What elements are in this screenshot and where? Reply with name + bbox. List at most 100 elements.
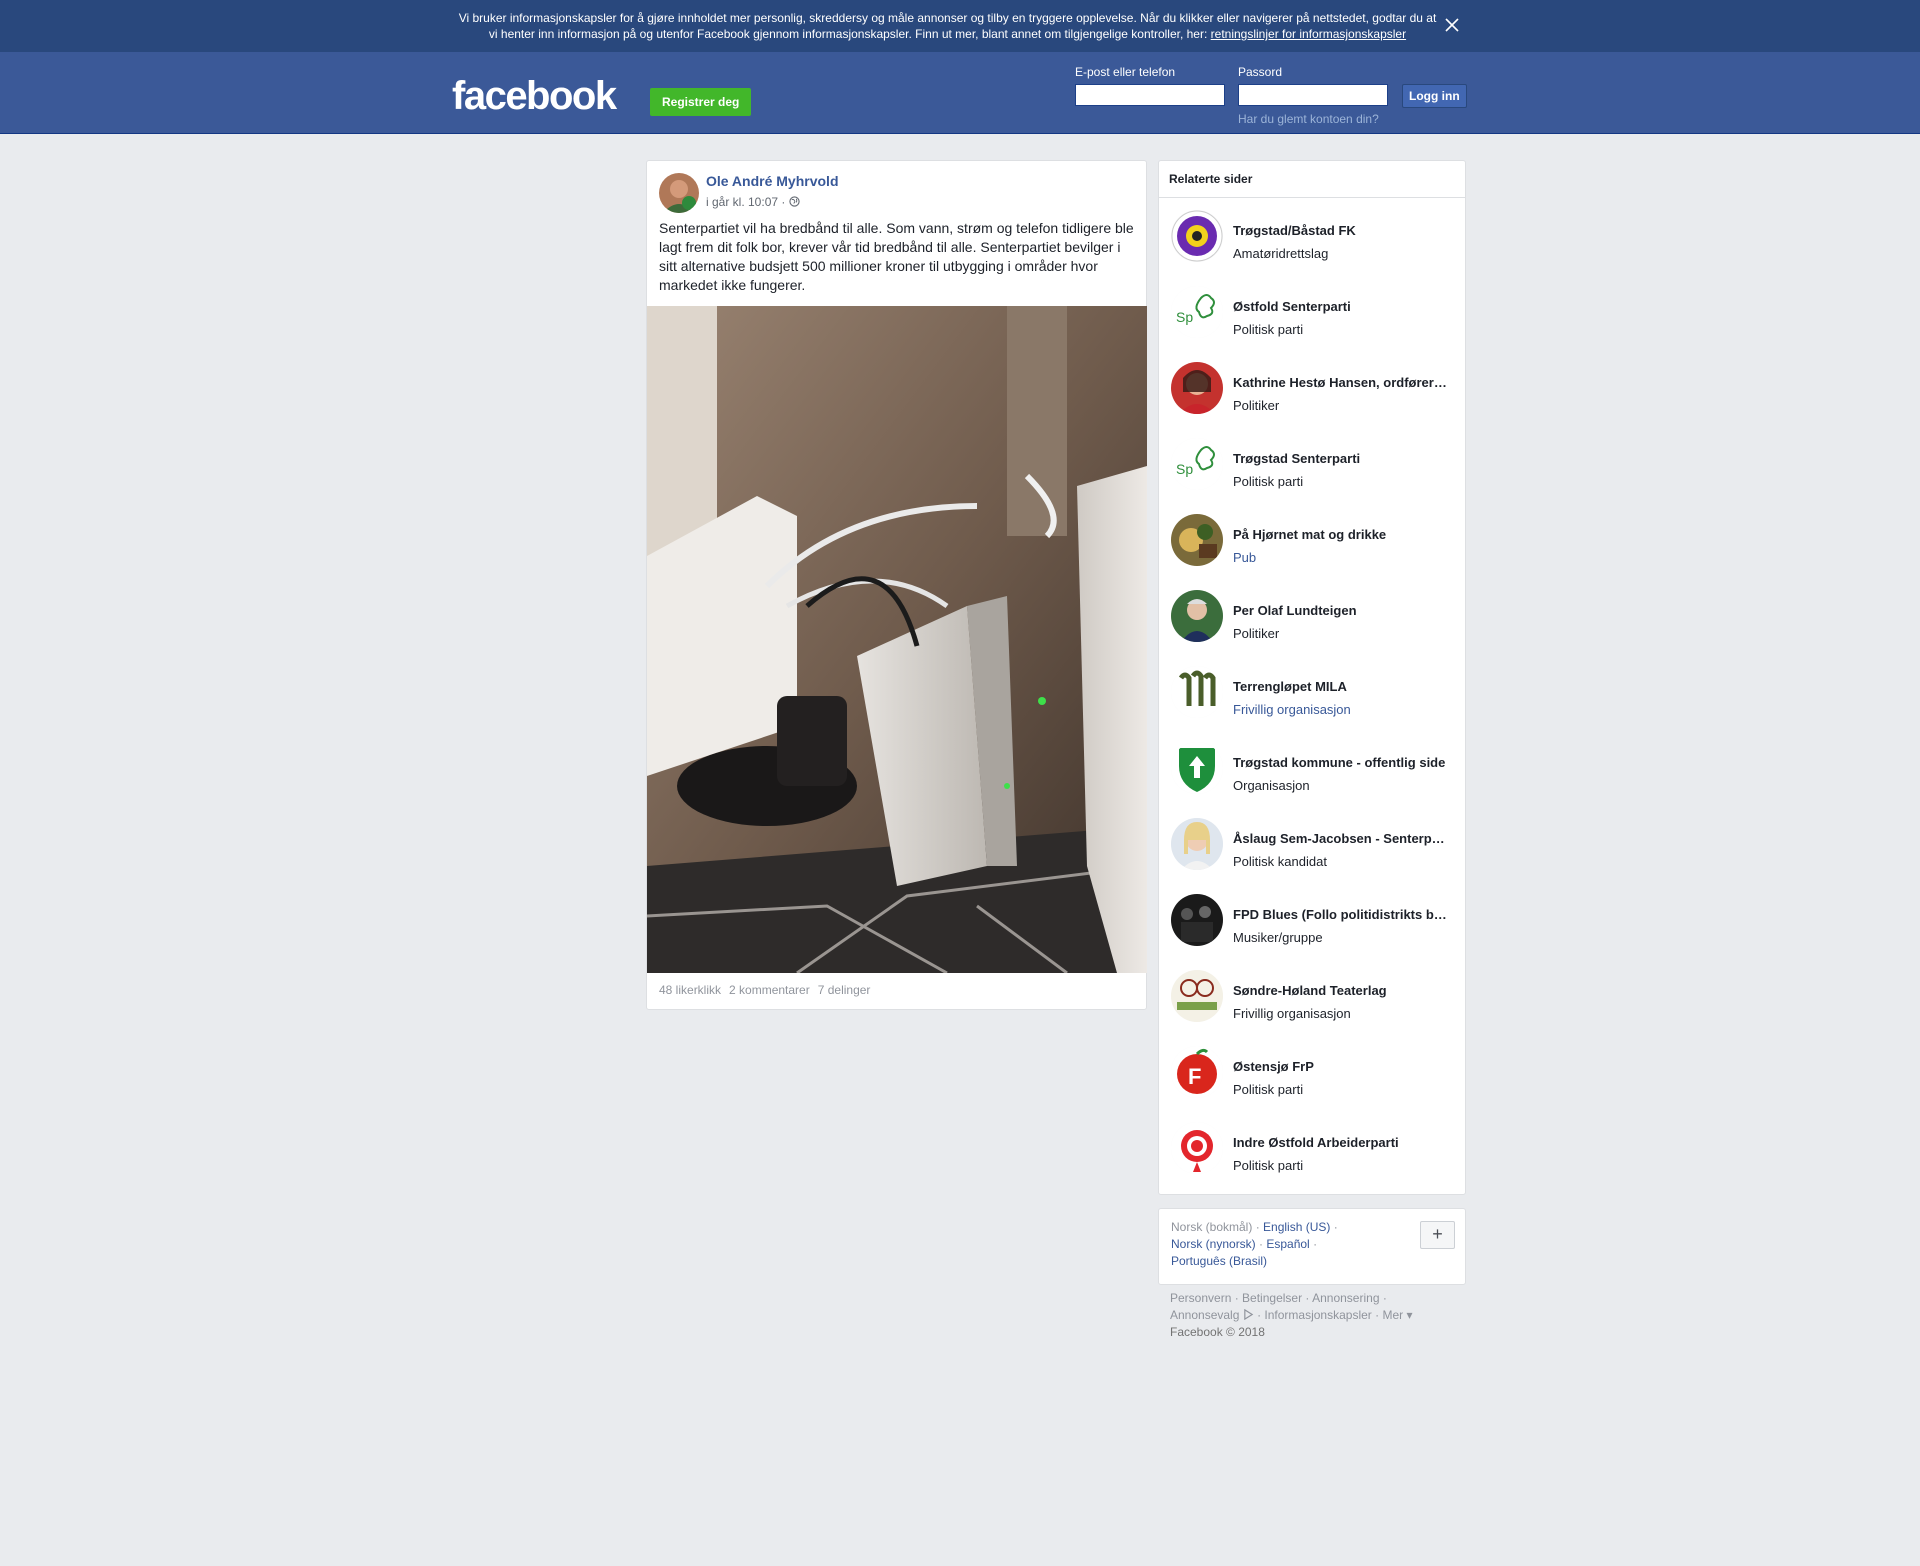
related-page-item[interactable]: Per Olaf Lundteigen Politiker — [1159, 590, 1465, 666]
related-page-item[interactable]: Trøgstad kommune - offentlig side Organis… — [1159, 742, 1465, 818]
svg-text:Sp: Sp — [1176, 461, 1193, 477]
language-spanish[interactable]: Español — [1266, 1237, 1309, 1251]
language-portuguese[interactable]: Português (Brasil) — [1171, 1254, 1267, 1268]
related-page-name[interactable]: Østfold Senterparti — [1233, 299, 1457, 314]
page-thumbnail[interactable]: Sp — [1171, 438, 1223, 490]
related-page-name[interactable]: Trøgstad/Båstad FK — [1233, 223, 1457, 238]
footer: Personvern · Betingelser · Annonsering ·… — [1170, 1291, 1413, 1339]
related-page-item[interactable]: Indre Østfold Arbeiderparti Politisk part… — [1159, 1122, 1465, 1198]
related-page-item[interactable]: Sp Trøgstad Senterparti Politisk parti — [1159, 438, 1465, 514]
related-page-name[interactable]: Per Olaf Lundteigen — [1233, 603, 1457, 618]
related-page-name[interactable]: Indre Østfold Arbeiderparti — [1233, 1135, 1457, 1150]
related-page-name[interactable]: FPD Blues (Follo politidistrikts b… — [1233, 907, 1457, 922]
comments-count[interactable]: 2 kommentarer — [729, 983, 810, 997]
related-page-name[interactable]: Terrengløpet MILA — [1233, 679, 1457, 694]
related-page-name[interactable]: På Hjørnet mat og drikke — [1233, 527, 1457, 542]
password-field[interactable] — [1238, 84, 1388, 106]
svg-text:F: F — [1188, 1064, 1201, 1089]
login-button[interactable]: Logg inn — [1402, 84, 1467, 108]
register-button[interactable]: Registrer deg — [650, 88, 752, 116]
related-page-category[interactable]: Pub — [1233, 550, 1256, 565]
likes-count[interactable]: 48 likerklikk — [659, 983, 721, 997]
related-page-category: Frivillig organisasjon — [1233, 1006, 1351, 1021]
related-page-category: Politisk parti — [1233, 474, 1304, 489]
page-thumbnail[interactable] — [1171, 970, 1223, 1022]
related-page-item[interactable]: Åslaug Sem-Jacobsen - Senterp… Politisk k… — [1159, 818, 1465, 894]
related-pages-title: Relaterte sider — [1159, 161, 1465, 198]
related-page-name[interactable]: Østensjø FrP — [1233, 1059, 1457, 1074]
related-page-name[interactable]: Åslaug Sem-Jacobsen - Senterp… — [1233, 831, 1457, 846]
footer-link-more[interactable]: Mer — [1382, 1308, 1403, 1322]
page-thumbnail[interactable] — [1171, 742, 1223, 794]
globe-icon — [789, 196, 800, 207]
footer-link-adchoices[interactable]: Annonsevalg — [1170, 1308, 1239, 1322]
related-page-item[interactable]: FPD Blues (Follo politidistrikts b… Musik… — [1159, 894, 1465, 970]
related-page-item[interactable]: På Hjørnet mat og drikke Pub — [1159, 514, 1465, 590]
related-page-category: Politisk parti — [1233, 322, 1304, 337]
page-thumbnail[interactable]: F — [1171, 1046, 1223, 1098]
post-stats: 48 likerklikk 2 kommentarer 7 delinger — [659, 983, 878, 997]
language-nynorsk[interactable]: Norsk (nynorsk) — [1171, 1237, 1256, 1251]
related-page-item[interactable]: Trøgstad/Båstad FK Amatøridrettslag — [1159, 210, 1465, 286]
current-language: Norsk (bokmål) — [1171, 1220, 1253, 1234]
top-header: facebook Registrer deg E-post eller tele… — [0, 52, 1920, 134]
page-thumbnail[interactable] — [1171, 818, 1223, 870]
language-english[interactable]: English (US) — [1263, 1220, 1330, 1234]
post-text: Senterpartiet vil ha bredbånd til alle. … — [659, 220, 1134, 293]
post-card: Ole André Myhrvold i går kl. 10:07 · Sen… — [646, 160, 1147, 1010]
cookie-text: Vi bruker informasjonskapsler for å gjør… — [455, 10, 1440, 42]
related-page-category: Politisk kandidat — [1233, 854, 1327, 869]
page-thumbnail[interactable] — [1171, 514, 1223, 566]
cookie-policy-link[interactable]: retningslinjer for informasjonskapsler — [1211, 27, 1406, 41]
more-dropdown-icon[interactable]: ▾ — [1406, 1308, 1412, 1322]
page-thumbnail[interactable] — [1171, 210, 1223, 262]
footer-link-terms[interactable]: Betingelser — [1242, 1291, 1302, 1305]
related-pages-list: Trøgstad/Båstad FK Amatøridrettslag Sp Østf… — [1159, 198, 1465, 1198]
related-page-category: Musiker/gruppe — [1233, 930, 1323, 945]
facebook-logo[interactable]: facebook — [452, 76, 617, 116]
page-thumbnail[interactable] — [1171, 590, 1223, 642]
more-languages-button[interactable]: + — [1420, 1221, 1455, 1249]
related-page-item[interactable]: Kathrine Hestø Hansen, ordfører… Politike… — [1159, 362, 1465, 438]
footer-link-advertising[interactable]: Annonsering — [1312, 1291, 1379, 1305]
shares-count[interactable]: 7 delinger — [818, 983, 871, 997]
related-page-item[interactable]: Sp Østfold Senterparti Politisk parti — [1159, 286, 1465, 362]
copyright: Facebook © 2018 — [1170, 1325, 1265, 1339]
related-pages-panel: Relaterte sider Trøgstad/Båstad FK Amatør… — [1158, 160, 1466, 1195]
related-page-category: Politiker — [1233, 626, 1280, 641]
related-page-category: Politiker — [1233, 398, 1280, 413]
close-icon[interactable] — [1441, 14, 1463, 36]
adchoices-icon — [1243, 1308, 1254, 1321]
related-page-category: Politisk parti — [1233, 1082, 1304, 1097]
page-thumbnail[interactable] — [1171, 1122, 1223, 1174]
related-page-category: Politisk parti — [1233, 1158, 1304, 1173]
related-page-category: Amatøridrettslag — [1233, 246, 1329, 261]
forgot-account-link[interactable]: Har du glemt kontoen din? — [1238, 112, 1379, 126]
related-page-category: Organisasjon — [1233, 778, 1310, 793]
email-field[interactable] — [1075, 84, 1225, 106]
related-page-name[interactable]: Trøgstad kommune - offentlig side — [1233, 755, 1457, 770]
related-page-category[interactable]: Frivillig organisasjon — [1233, 702, 1351, 717]
page-thumbnail[interactable] — [1171, 666, 1223, 718]
email-label: E-post eller telefon — [1075, 65, 1176, 79]
page-thumbnail[interactable] — [1171, 894, 1223, 946]
footer-link-cookies[interactable]: Informasjonskapsler — [1264, 1308, 1371, 1322]
related-page-name[interactable]: Kathrine Hestø Hansen, ordfører… — [1233, 375, 1457, 390]
page-thumbnail[interactable]: Sp — [1171, 286, 1223, 338]
related-page-name[interactable]: Søndre-Høland Teaterlag — [1233, 983, 1457, 998]
related-page-item[interactable]: Terrengløpet MILA Frivillig organisasjon — [1159, 666, 1465, 742]
avatar[interactable] — [659, 173, 699, 213]
footer-link-privacy[interactable]: Personvern — [1170, 1291, 1231, 1305]
page-thumbnail[interactable] — [1171, 362, 1223, 414]
post-author[interactable]: Ole André Myhrvold — [706, 173, 839, 189]
post-timestamp[interactable]: i går kl. 10:07 · — [706, 195, 800, 209]
related-page-name[interactable]: Trøgstad Senterparti — [1233, 451, 1457, 466]
language-selector: Norsk (bokmål) · English (US) · Norsk (n… — [1158, 1208, 1466, 1285]
related-page-item[interactable]: F Østensjø FrP Politisk parti — [1159, 1046, 1465, 1122]
related-page-item[interactable]: Søndre-Høland Teaterlag Frivillig organis… — [1159, 970, 1465, 1046]
post-time-text: i går kl. 10:07 · — [706, 195, 789, 209]
cookie-banner: Vi bruker informasjonskapsler for å gjør… — [0, 0, 1920, 52]
svg-text:Sp: Sp — [1176, 309, 1193, 325]
post-photo[interactable] — [647, 306, 1147, 973]
password-label: Passord — [1238, 65, 1283, 79]
